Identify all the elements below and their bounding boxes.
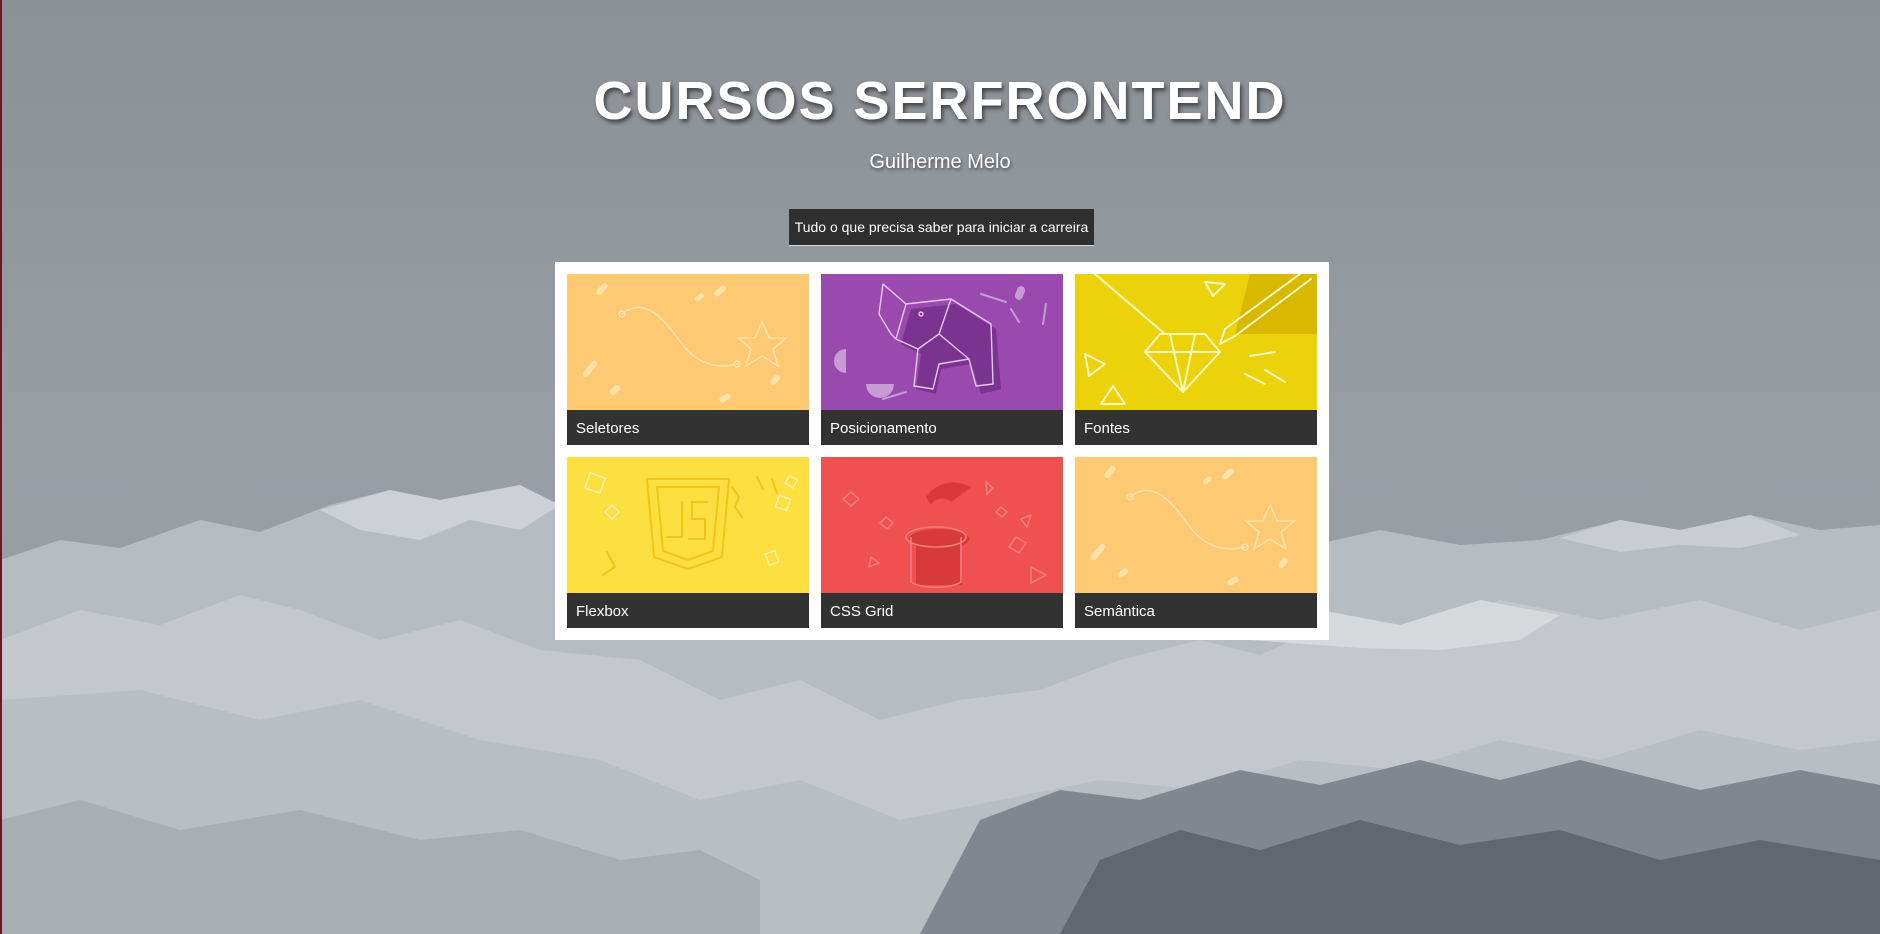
course-label-semantica: Semântica [1075, 593, 1317, 628]
origami-elephant-icon [821, 274, 1063, 410]
page-title: CURSOS SERFRONTEND [593, 71, 1287, 131]
star-path-icon [1075, 457, 1317, 593]
course-card-fontes[interactable]: Fontes [1075, 274, 1317, 445]
course-card-flexbox[interactable]: Flexbox [567, 457, 809, 628]
diamond-pencil-icon [1075, 274, 1317, 410]
courses-grid: Seletores Posicionamento Fontes Flexbox … [555, 262, 1329, 640]
star-path-icon [567, 274, 809, 410]
tagline-banner: Tudo o que precisa saber para iniciar a … [789, 209, 1094, 246]
course-label-flexbox: Flexbox [567, 593, 809, 628]
magic-hat-icon [821, 457, 1063, 593]
course-card-seletores[interactable]: Seletores [567, 274, 809, 445]
course-label-fontes: Fontes [1075, 410, 1317, 445]
course-label-seletores: Seletores [567, 410, 809, 445]
course-card-css-grid[interactable]: CSS Grid [821, 457, 1063, 628]
author-name: Guilherme Melo [869, 151, 1011, 173]
course-label-posicionamento: Posicionamento [821, 410, 1063, 445]
course-label-css-grid: CSS Grid [821, 593, 1063, 628]
course-card-posicionamento[interactable]: Posicionamento [821, 274, 1063, 445]
javascript-shield-icon [567, 457, 809, 593]
course-card-semantica[interactable]: Semântica [1075, 457, 1317, 628]
left-edge-accent [0, 0, 2, 934]
